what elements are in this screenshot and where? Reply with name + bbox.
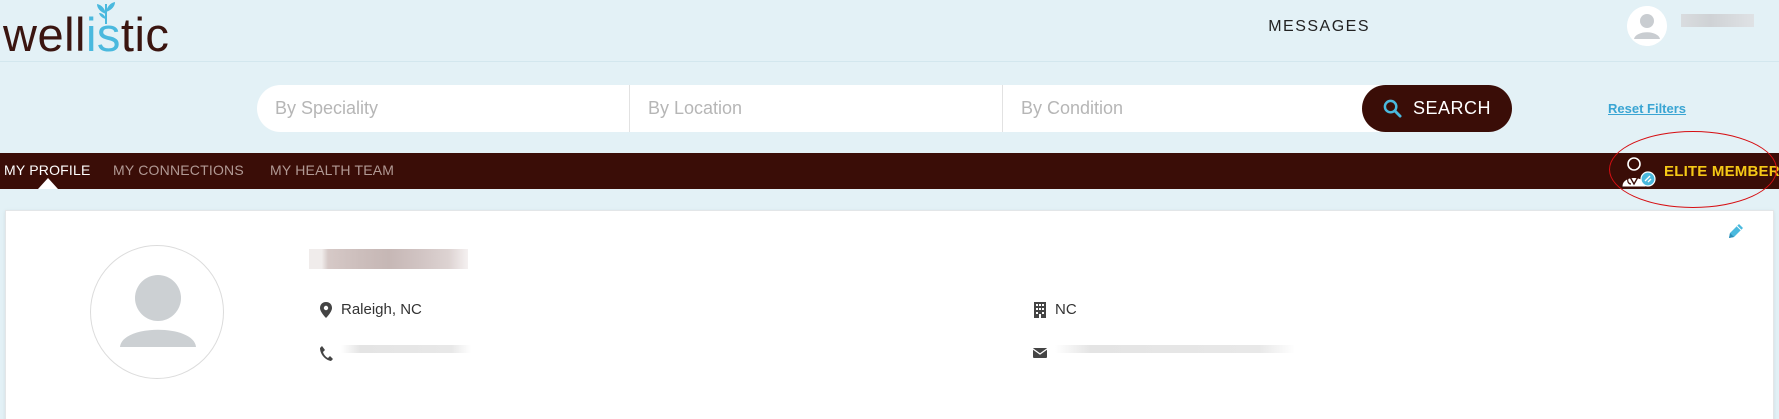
condition-input[interactable] [1003, 85, 1358, 132]
profile-nav: MY PROFILE MY CONNECTIONS MY HEALTH TEAM [0, 153, 1779, 189]
map-pin-icon [320, 301, 332, 318]
profile-avatar[interactable] [90, 245, 224, 379]
messages-link[interactable]: MESSAGES [1268, 18, 1370, 36]
tab-my-health-team[interactable]: MY HEALTH TEAM [270, 162, 394, 178]
phone-icon [320, 346, 333, 361]
search-button[interactable]: SEARCH [1362, 85, 1512, 132]
profile-organization: NC [1033, 301, 1077, 318]
email-redacted [1055, 345, 1295, 353]
tab-my-connections[interactable]: MY CONNECTIONS [113, 162, 244, 178]
top-header: wellistic MESSAGES [0, 0, 1779, 62]
search-row: SEARCH Reset Filters [0, 62, 1779, 153]
profile-phone [319, 345, 471, 361]
profile-name-redacted [309, 249, 468, 269]
location-input[interactable] [630, 85, 1002, 132]
elite-member-label: ELITE MEMBER [1664, 162, 1779, 180]
active-tab-indicator [38, 178, 58, 189]
organization-text: NC [1055, 301, 1077, 318]
building-icon [1034, 301, 1046, 318]
doctor-badge-icon [1622, 157, 1656, 187]
wellistic-logo[interactable]: wellistic [3, 2, 183, 61]
profile-location: Raleigh, NC [319, 301, 422, 318]
leaf-icon [97, 2, 115, 24]
user-avatar-icon[interactable] [1627, 6, 1667, 46]
search-bar [257, 85, 1512, 132]
elite-member-badge: ELITE MEMBER [1620, 155, 1779, 187]
username-redacted[interactable] [1681, 14, 1754, 27]
pencil-icon[interactable] [1726, 221, 1746, 241]
search-icon [1383, 99, 1402, 118]
profile-email [1033, 345, 1295, 361]
envelope-icon [1033, 348, 1047, 358]
search-button-label: SEARCH [1412, 98, 1491, 118]
reset-filters-link[interactable]: Reset Filters [1608, 101, 1686, 116]
location-text: Raleigh, NC [341, 301, 422, 318]
speciality-input[interactable] [257, 85, 629, 132]
profile-card: Raleigh, NC NC [5, 210, 1774, 419]
tab-my-profile[interactable]: MY PROFILE [4, 162, 91, 178]
phone-redacted [341, 345, 471, 353]
logo-text: wellistic [3, 8, 170, 61]
